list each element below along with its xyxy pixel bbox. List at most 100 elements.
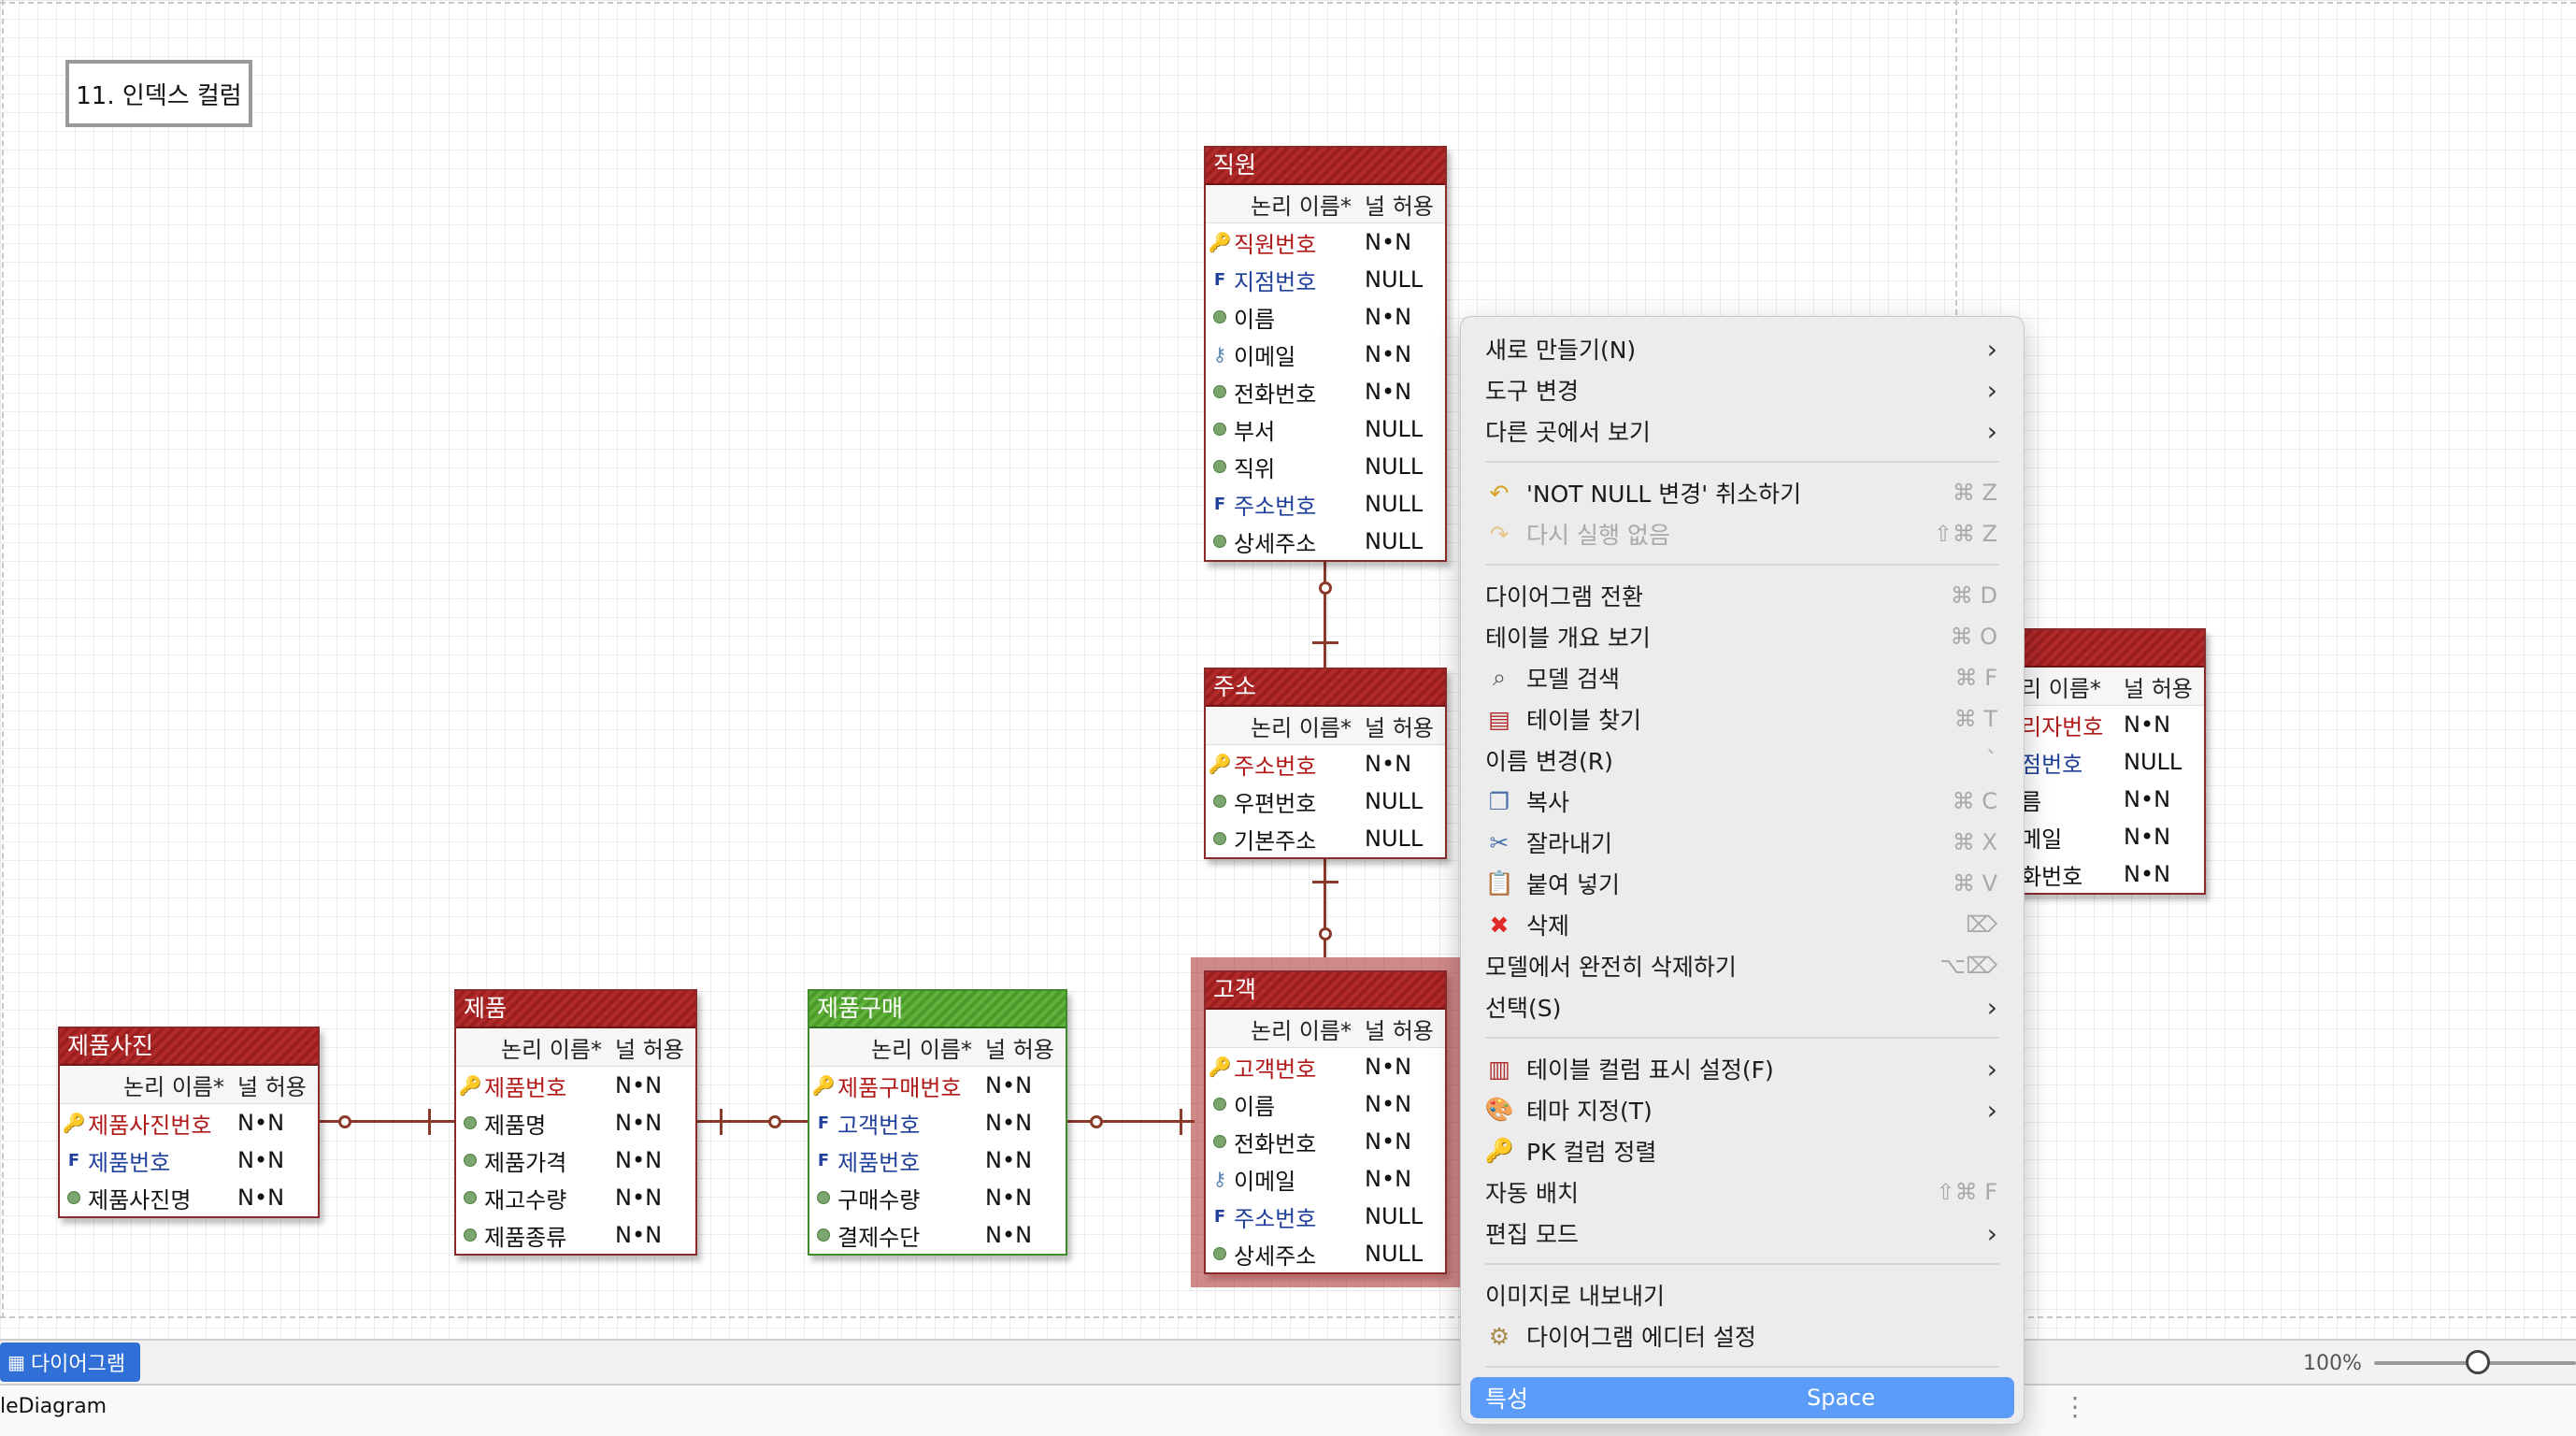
table-row[interactable]: 제품종류 N•N [456, 1216, 695, 1254]
table-row[interactable]: 🔑 주소번호 N•N [1206, 745, 1445, 783]
table-row[interactable]: 직위 NULL [1206, 448, 1445, 485]
relationship-line[interactable] [1324, 856, 1326, 957]
table-row[interactable]: F 제품번호 N•N [60, 1142, 318, 1179]
column-dot-icon [1213, 423, 1226, 436]
more-icon[interactable]: ⋮ [2062, 1391, 2088, 1422]
table-row[interactable]: F 주소번호 NULL [1206, 485, 1445, 523]
table-row[interactable]: 리자번호 N•N [2002, 706, 2204, 743]
menu-item-editor-settings[interactable]: ⚙ 다이어그램 에디터 설정 [1461, 1315, 2024, 1357]
table-row[interactable]: 🔑 제품사진번호 N•N [60, 1104, 318, 1142]
chevron-right-icon: › [1986, 333, 1997, 365]
table-row[interactable]: 우편번호 NULL [1206, 783, 1445, 820]
chevron-right-icon: › [1986, 1053, 1997, 1084]
column-dot-icon [817, 1228, 830, 1242]
table-row[interactable]: F 고객번호 N•N [809, 1104, 1066, 1142]
column-dot-icon [464, 1191, 477, 1204]
table-customer[interactable]: 고객 논리 이름* 널 허용 🔑 고객번호 N•N 이름 N•N 전화번호 N•N ⚷ 이메… [1191, 957, 1460, 1287]
table-row[interactable]: 상세주소 NULL [1206, 1235, 1445, 1272]
relationship-line[interactable] [1067, 1120, 1195, 1123]
relationship-line[interactable] [1324, 557, 1326, 668]
menu-item-change-tool[interactable]: 도구 변경 › [1461, 369, 2024, 410]
column-dot-icon [1213, 832, 1226, 845]
note-text: 11. 인덱스 컬럼 [76, 81, 242, 110]
menu-item-properties[interactable]: 특성 Space [1470, 1377, 2014, 1418]
menu-item-auto-layout[interactable]: 자동 배치 ⇧⌘ F [1461, 1171, 2024, 1213]
table-row[interactable]: 제품명 N•N [456, 1104, 695, 1142]
zoom-slider-handle[interactable] [2466, 1350, 2490, 1374]
table-row[interactable]: 름 N•N [2002, 781, 2204, 818]
diagram-canvas[interactable]: 11. 인덱스 컬럼 직원 논리 이름* 널 허용 🔑 직원번호 N•N F 지점번호 N… [0, 0, 2576, 1339]
table-row[interactable]: ⚷ 이메일 N•N [1206, 336, 1445, 373]
menu-item-theme[interactable]: 🎨 테마 지정(T) › [1461, 1089, 2024, 1130]
table-row[interactable]: ⚷ 이메일 N•N [1206, 1160, 1445, 1198]
table-row[interactable]: 전화번호 N•N [1206, 1123, 1445, 1160]
table-row[interactable]: 결제수단 N•N [809, 1216, 1066, 1254]
table-row[interactable]: 이름 N•N [1206, 298, 1445, 336]
note-box[interactable]: 11. 인덱스 컬럼 [65, 60, 252, 127]
menu-item-model-search[interactable]: ⌕ 모델 검색 ⌘ F [1461, 657, 2024, 698]
menu-item-view-elsewhere[interactable]: 다른 곳에서 보기 › [1461, 410, 2024, 452]
menu-item-pk-sort[interactable]: 🔑 PK 컬럼 정렬 [1461, 1130, 2024, 1171]
table-row[interactable]: F 주소번호 NULL [1206, 1198, 1445, 1235]
table-header-row: 논리 이름* 널 허용 [60, 1066, 318, 1104]
menu-item-new[interactable]: 새로 만들기(N) › [1461, 328, 2024, 369]
table-product[interactable]: 제품 논리 이름* 널 허용 🔑 제품번호 N•N 제품명 N•N 제품가격 N•N 재고… [454, 989, 697, 1256]
table-row[interactable]: F 지점번호 NULL [1206, 261, 1445, 298]
menu-item-find-table[interactable]: ▤ 테이블 찾기 ⌘ T [1461, 698, 2024, 740]
menu-item-paste[interactable]: 📋 붙여 넣기 ⌘ V [1461, 863, 2024, 904]
search-icon: ⌕ [1492, 664, 1506, 691]
table-row[interactable]: 기본주소 NULL [1206, 820, 1445, 857]
menu-item-rename[interactable]: 이름 변경(R) ` [1461, 740, 2024, 781]
table-row[interactable]: 제품사진명 N•N [60, 1179, 318, 1216]
menu-item-edit-mode[interactable]: 편집 모드 › [1461, 1213, 2024, 1254]
table-row[interactable]: 이름 N•N [1206, 1085, 1445, 1123]
menu-item-column-display[interactable]: ▥ 테이블 컬럼 표시 설정(F) › [1461, 1048, 2024, 1089]
table-row[interactable]: 상세주소 NULL [1206, 523, 1445, 560]
column-dot-icon [67, 1191, 80, 1204]
table-row[interactable]: 화번호 N•N [2002, 855, 2204, 893]
table-row[interactable]: 재고수량 N•N [456, 1179, 695, 1216]
table-row[interactable]: 🔑 제품번호 N•N [456, 1067, 695, 1104]
diagram-tab[interactable]: ▦ 다이어그램 [0, 1343, 140, 1382]
menu-item-cut[interactable]: ✂ 잘라내기 ⌘ X [1461, 822, 2024, 863]
column-dot-icon [464, 1154, 477, 1167]
menu-item-switch-diagram[interactable]: 다이어그램 전환 ⌘ D [1461, 575, 2024, 616]
menu-item-export-image[interactable]: 이미지로 내보내기 [1461, 1274, 2024, 1315]
table-row[interactable]: 점번호 NULL [2002, 743, 2204, 781]
column-dot-icon [464, 1228, 477, 1242]
page-boundary [0, 1316, 2576, 1318]
relationship-one-marker [428, 1109, 431, 1135]
table-title: 주소 [1206, 669, 1445, 707]
menu-item-table-outline[interactable]: 테이블 개요 보기 ⌘ O [1461, 616, 2024, 657]
menu-item-copy[interactable]: ❐ 복사 ⌘ C [1461, 781, 2024, 822]
table-row[interactable]: 🔑 직원번호 N•N [1206, 223, 1445, 261]
table-row[interactable]: 구매수량 N•N [809, 1179, 1066, 1216]
column-dot-icon [1213, 385, 1226, 398]
alternate-key-icon: ⚷ [1212, 343, 1227, 366]
menu-item-delete[interactable]: ✖ 삭제 ⌦ [1461, 904, 2024, 945]
relationship-optional-marker [1319, 582, 1332, 595]
table-purchase[interactable]: 제품구매 논리 이름* 널 허용 🔑 제품구매번호 N•N F 고객번호 N•N F 제품번… [808, 989, 1067, 1256]
table-partial[interactable]: 리 이름* 널 허용 리자번호 N•N 점번호 NULL 름 N•N 메일 N•N 화번호… [2000, 628, 2206, 895]
table-row[interactable]: 🔑 제품구매번호 N•N [809, 1067, 1066, 1104]
table-row[interactable]: 부서 NULL [1206, 410, 1445, 448]
menu-item-select[interactable]: 선택(S) › [1461, 986, 2024, 1027]
table-row[interactable]: 전화번호 N•N [1206, 373, 1445, 410]
table-row[interactable]: F 제품번호 N•N [809, 1142, 1066, 1179]
column-dot-icon [1213, 1098, 1226, 1111]
undo-icon: ↶ [1489, 479, 1510, 507]
relationship-one-marker [1180, 1109, 1182, 1135]
palette-icon: 🎨 [1484, 1096, 1514, 1123]
table-row[interactable]: 메일 N•N [2002, 818, 2204, 855]
table-address[interactable]: 주소 논리 이름* 널 허용 🔑 주소번호 N•N 우편번호 NULL 기본주소 NULL [1204, 668, 1447, 859]
table-row[interactable]: 🔑 고객번호 N•N [1206, 1048, 1445, 1085]
relationship-line[interactable] [697, 1120, 808, 1123]
column-dot-icon [1213, 1247, 1226, 1260]
table-row[interactable]: 제품가격 N•N [456, 1142, 695, 1179]
table-product-photo[interactable]: 제품사진 논리 이름* 널 허용 🔑 제품사진번호 N•N F 제품번호 N•N 제품사진… [58, 1027, 320, 1218]
table-employee[interactable]: 직원 논리 이름* 널 허용 🔑 직원번호 N•N F 지점번호 NULL 이름 N•N ⚷… [1204, 146, 1447, 562]
foreign-key-icon: F [1213, 494, 1226, 514]
relationship-optional-marker [1090, 1115, 1103, 1128]
menu-item-undo[interactable]: ↶ 'NOT NULL 변경' 취소하기 ⌘ Z [1461, 472, 2024, 513]
menu-item-delete-from-model[interactable]: 모델에서 완전히 삭제하기 ⌥⌦ [1461, 945, 2024, 986]
